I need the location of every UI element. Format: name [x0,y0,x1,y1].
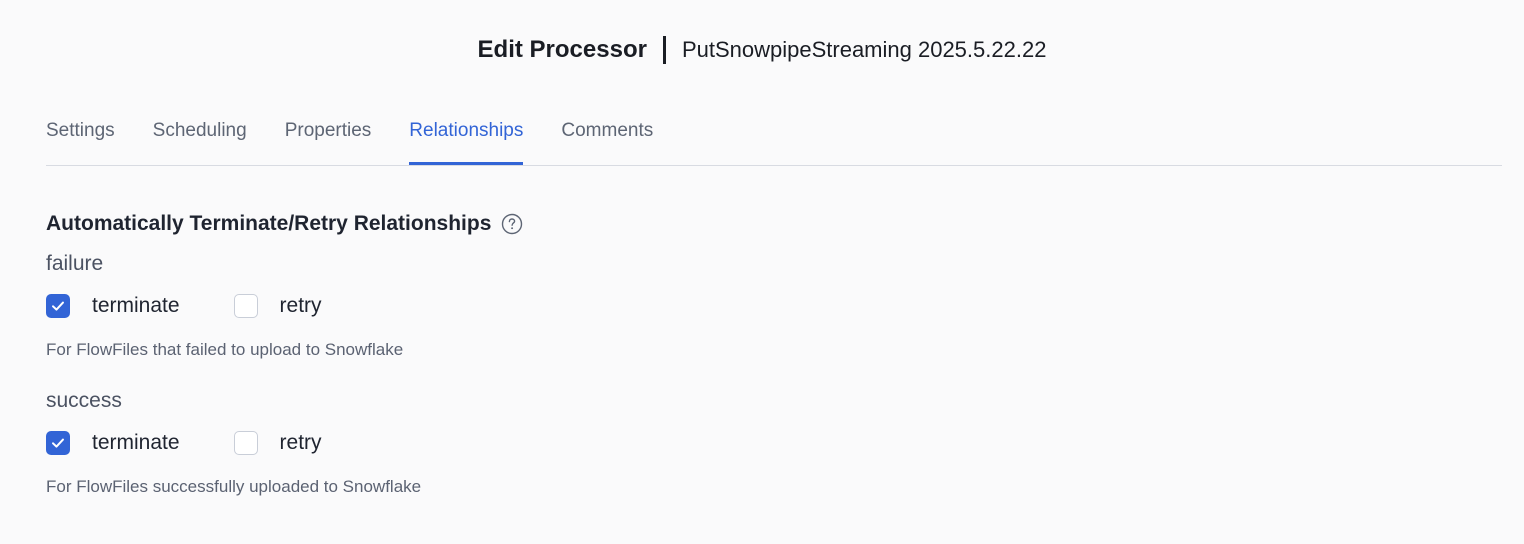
terminate-label: terminate [92,431,180,454]
retry-label: retry [279,294,322,317]
retry-option[interactable]: retry [233,294,322,318]
processor-type-version: PutSnowpipeStreaming 2025.5.22.22 [681,37,1047,62]
tab-relationships[interactable]: Relationships [409,108,524,165]
terminate-option[interactable]: terminate [46,431,180,455]
terminate-checkbox[interactable] [46,431,70,455]
question-circle-icon[interactable] [501,213,523,235]
tab-bar: Settings Scheduling Properties Relations… [46,108,1502,166]
tab-settings[interactable]: Settings [46,108,115,165]
retry-checkbox[interactable] [233,431,258,455]
relationship-failure: failure terminate retry For FlowFiles th… [46,252,403,360]
section-heading: Automatically Terminate/Retry Relationsh… [46,212,523,236]
relationship-name: success [46,389,122,412]
relationship-options: terminate retry [46,429,421,457]
relationship-name: failure [46,252,104,275]
checkmark-icon [52,301,64,311]
tab-properties[interactable]: Properties [285,108,372,165]
relationship-description: For FlowFiles that failed to upload to S… [46,340,404,359]
title-divider [662,36,666,64]
retry-checkbox[interactable] [233,294,258,318]
retry-option[interactable]: retry [233,431,322,455]
dialog-title: Edit Processor [477,36,647,63]
terminate-checkbox[interactable] [46,294,70,318]
section-title: Automatically Terminate/Retry Relationsh… [46,212,492,235]
relationship-description: For FlowFiles successfully uploaded to S… [46,477,422,496]
tab-scheduling[interactable]: Scheduling [153,108,247,165]
dialog-header: Edit Processor PutSnowpipeStreaming 2025… [0,32,1524,68]
relationship-success: success terminate retry For FlowFiles su… [46,389,421,497]
terminate-option[interactable]: terminate [46,294,180,318]
retry-label: retry [279,431,322,454]
terminate-label: terminate [92,294,180,317]
checkmark-icon [52,438,64,448]
relationship-options: terminate retry [46,292,403,320]
tab-comments[interactable]: Comments [561,108,653,165]
